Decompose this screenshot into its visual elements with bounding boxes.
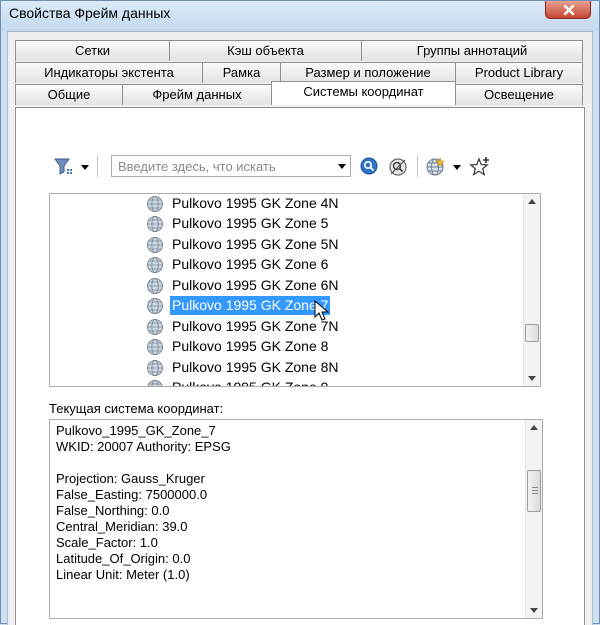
globe-icon	[147, 298, 163, 314]
list-item-label: Pulkovo 1995 GK Zone 6N	[172, 277, 339, 293]
list-item-label: Pulkovo 1995 GK Zone 9	[172, 379, 329, 387]
globe-icon[interactable]	[425, 157, 447, 177]
close-icon	[563, 4, 575, 16]
tab-general[interactable]: Общие	[15, 84, 123, 105]
properties-window: Свойства Фрейм данных Сетки Кэш объекта …	[0, 0, 600, 625]
globe-icon	[147, 237, 163, 253]
list-item-label: Pulkovo 1995 GK Zone 7	[170, 296, 331, 315]
toolbar-separator	[417, 155, 418, 177]
filter-icon[interactable]	[53, 157, 75, 177]
tab-annotation-groups[interactable]: Группы аннотаций	[361, 40, 583, 61]
toolbar-separator	[97, 155, 98, 177]
tab-grids[interactable]: Сетки	[15, 40, 170, 61]
list-item-label: Pulkovo 1995 GK Zone 4N	[172, 195, 339, 211]
detail-line: Linear Unit: Meter (1.0)	[56, 567, 190, 582]
tab-feature-cache[interactable]: Кэш объекта	[169, 40, 362, 61]
close-button[interactable]	[545, 1, 591, 19]
tab-frame[interactable]: Рамка	[202, 62, 281, 83]
add-favorite-icon[interactable]	[469, 156, 491, 178]
tab-data-frame[interactable]: Фрейм данных	[122, 84, 272, 105]
scroll-down-icon[interactable]	[528, 376, 536, 381]
list-item-label: Pulkovo 1995 GK Zone 5N	[172, 236, 339, 252]
current-system-details[interactable]: Pulkovo_1995_GK_Zone_7 WKID: 20007 Autho…	[49, 419, 543, 619]
search-input[interactable]: Введите здесь, что искать	[111, 155, 351, 177]
search-icon[interactable]	[359, 156, 379, 176]
detail-line: False_Easting: 7500000.0	[56, 487, 208, 502]
detail-line: WKID: 20007 Authority: EPSG	[56, 439, 231, 454]
tab-size-position[interactable]: Размер и положение	[280, 62, 456, 83]
scroll-thumb[interactable]	[527, 470, 541, 512]
globe-icon	[147, 278, 163, 294]
detail-line: Projection: Gauss_Kruger	[56, 471, 205, 486]
globe-dropdown-arrow[interactable]	[453, 165, 461, 170]
window-title: Свойства Фрейм данных	[9, 5, 171, 21]
globe-icon	[147, 216, 163, 232]
current-system-label: Текущая система координат:	[49, 401, 224, 416]
scroll-down-icon[interactable]	[530, 608, 538, 613]
mouse-cursor-icon	[314, 300, 330, 321]
globe-icon	[147, 319, 163, 335]
globe-icon	[147, 360, 163, 376]
globe-icon	[147, 257, 163, 273]
list-item-label: Pulkovo 1995 GK Zone 6	[172, 256, 329, 272]
tab-extent-indicators[interactable]: Индикаторы экстента	[15, 62, 203, 83]
tab-coordinate-systems[interactable]: Системы координат	[271, 81, 456, 105]
detail-line: Latitude_Of_Origin: 0.0	[56, 551, 191, 566]
globe-icon	[147, 196, 163, 212]
coordinate-system-list[interactable]: Pulkovo 1995 GK Zone 4N Pulkovo 1995 GK …	[49, 193, 541, 387]
detail-line: Scale_Factor: 1.0	[56, 535, 158, 550]
search-placeholder: Введите здесь, что искать	[118, 159, 276, 174]
detail-line: Pulkovo_1995_GK_Zone_7	[56, 423, 216, 438]
list-item-label: Pulkovo 1995 GK Zone 8N	[172, 359, 339, 375]
list-item-label: Pulkovo 1995 GK Zone 5	[172, 215, 329, 231]
detail-line: False_Northing: 0.0	[56, 503, 170, 518]
scroll-thumb[interactable]	[525, 324, 539, 342]
globe-icon	[147, 339, 163, 355]
tab-illumination[interactable]: Освещение	[455, 84, 583, 105]
title-bar[interactable]: Свойства Фрейм данных	[1, 1, 599, 31]
scroll-up-icon[interactable]	[530, 425, 538, 430]
tab-product-library[interactable]: Product Library	[455, 62, 583, 83]
details-scrollbar[interactable]	[525, 420, 542, 618]
scroll-up-icon[interactable]	[528, 199, 536, 204]
globe-icon	[147, 380, 163, 386]
filter-dropdown-arrow[interactable]	[81, 165, 89, 170]
detail-line: Central_Meridian: 39.0	[56, 519, 188, 534]
list-scrollbar[interactable]	[523, 194, 540, 386]
clear-search-icon[interactable]	[387, 156, 409, 178]
search-dropdown-arrow[interactable]	[338, 164, 346, 169]
list-item-label: Pulkovo 1995 GK Zone 8	[172, 338, 329, 354]
